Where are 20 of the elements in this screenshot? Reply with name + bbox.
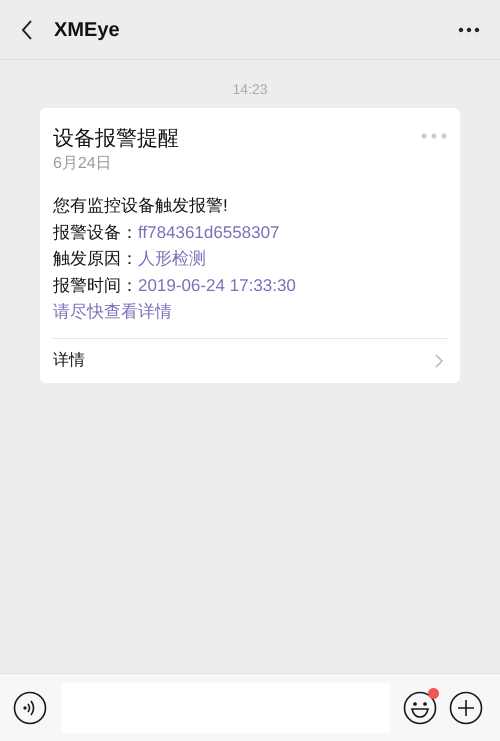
card-title: 设备报警提醒 [53, 125, 179, 152]
field-label: 触发原因： [53, 248, 138, 270]
alert-message: 您有监控设备触发报警! [53, 195, 228, 217]
chat-title: XMEye [54, 18, 120, 42]
back-icon[interactable] [20, 18, 34, 40]
message-card[interactable]: 设备报警提醒 6月24日 您有监控设备触发报警! 报警设备：ff784361d6558307 触发原因：人形检测 报警时间：2019-06-24 17:33:30 请尽快查看详情 详情 [40, 108, 460, 382]
view-details-link[interactable]: 请尽快查看详情 [53, 299, 172, 326]
field-value: 人形检测 [138, 248, 206, 270]
emoji-icon[interactable] [403, 690, 437, 724]
details-link[interactable]: 详情 [53, 348, 85, 372]
card-date: 6月24日 [53, 154, 112, 174]
voice-icon[interactable] [13, 690, 47, 724]
more-icon[interactable] [458, 26, 480, 32]
field-value: 2019-06-24 17:33:30 [138, 274, 296, 296]
field-value: ff784361d6558307 [138, 222, 280, 244]
message-time: 14:23 [232, 80, 268, 99]
plus-icon[interactable] [449, 690, 483, 724]
chevron-right-icon [434, 352, 444, 368]
field-label: 报警时间： [53, 274, 138, 296]
field-label: 报警设备： [53, 222, 138, 244]
